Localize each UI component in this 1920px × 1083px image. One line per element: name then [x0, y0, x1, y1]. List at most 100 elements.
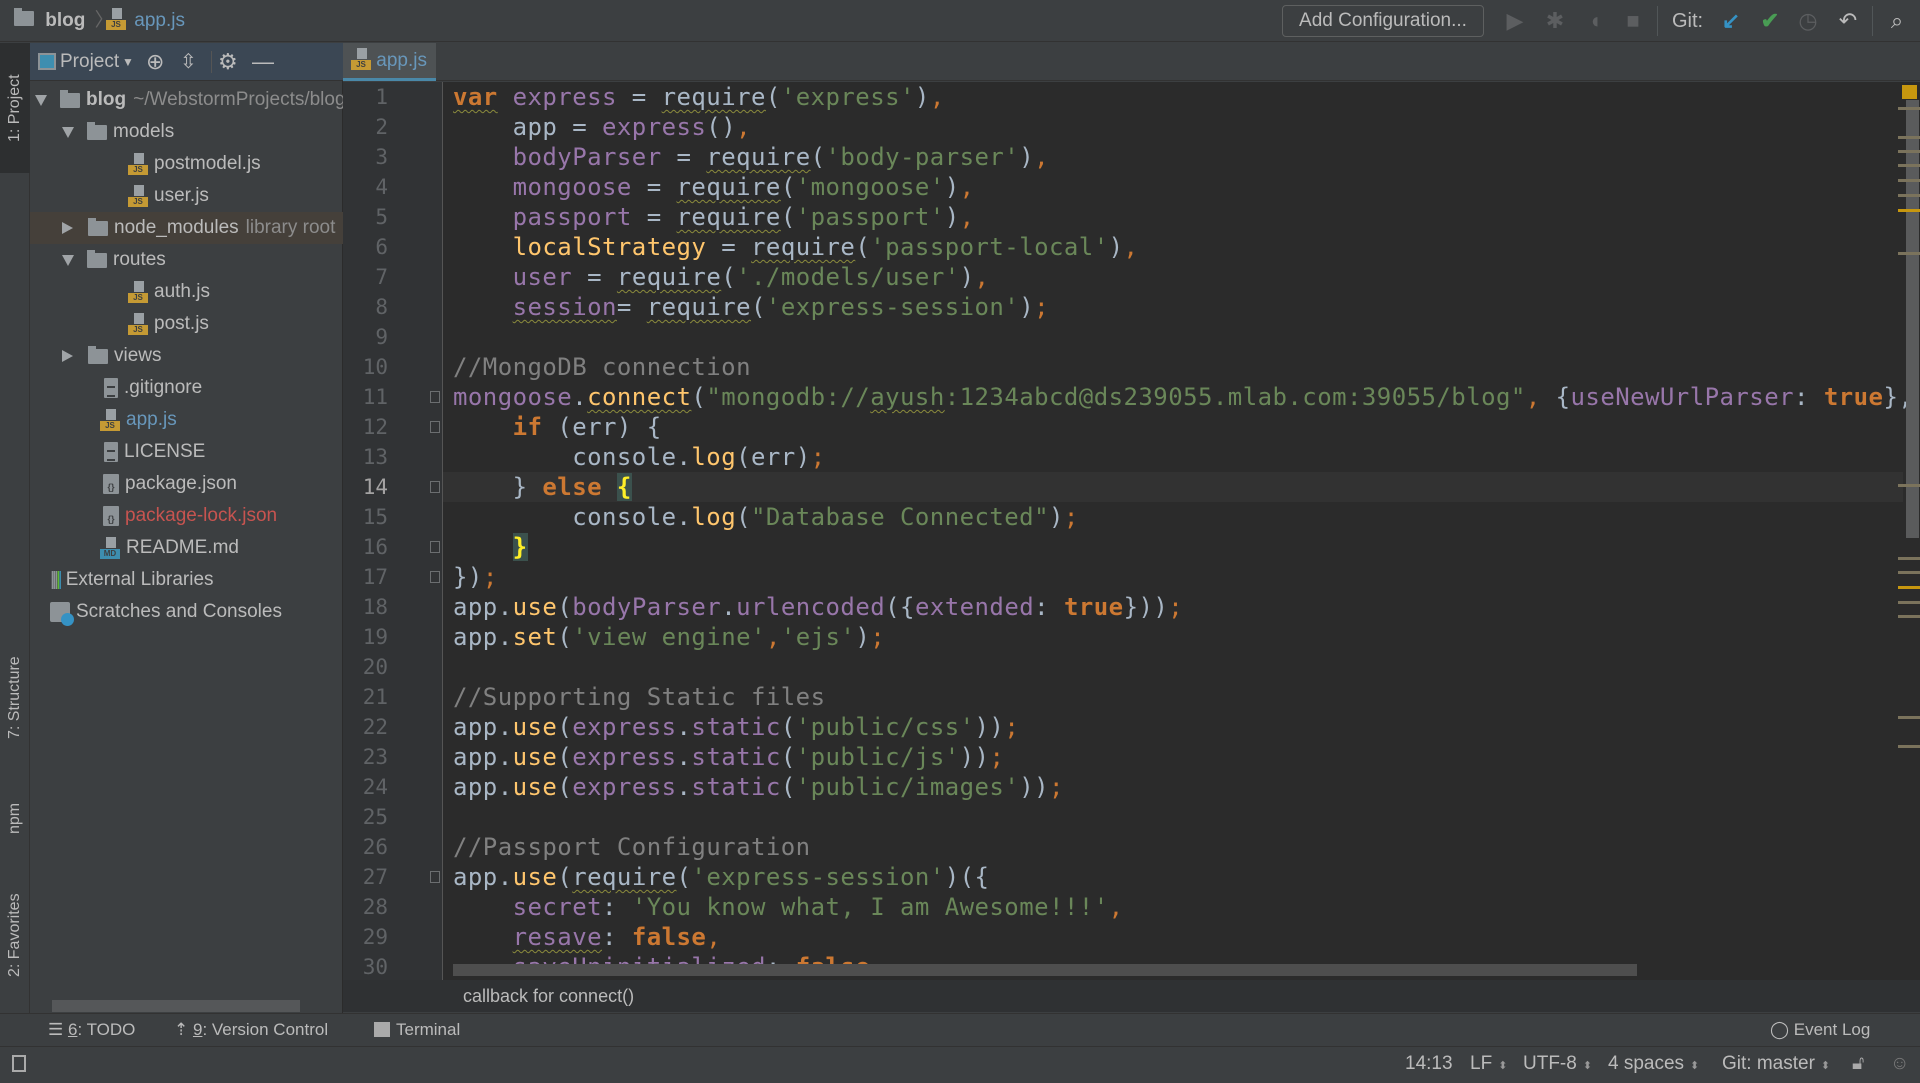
line-number[interactable]: 12 [343, 412, 388, 442]
inspection-status-icon[interactable] [1902, 85, 1917, 99]
coverage-icon[interactable]: ◖ [1580, 6, 1610, 36]
line-number[interactable]: 21 [343, 682, 388, 712]
scrollbar-marker[interactable] [1898, 194, 1920, 197]
code-line[interactable]: app.use(bodyParser.urlencoded({extended:… [453, 592, 1183, 622]
indent-selector[interactable]: 4 spaces ⬍ [1608, 1047, 1699, 1083]
tree-item[interactable]: {} package.json [30, 468, 343, 500]
code-line[interactable]: //MongoDB connection [453, 352, 751, 382]
line-number[interactable]: 19 [343, 622, 388, 652]
code-line[interactable]: user = require('./models/user'), [453, 262, 989, 292]
line-number[interactable]: 27 [343, 862, 388, 892]
line-number[interactable]: 14 [343, 472, 388, 502]
tree-item[interactable]: app.js [30, 404, 343, 436]
tree-item[interactable]: views [30, 340, 343, 372]
add-configuration-button[interactable]: Add Configuration... [1282, 5, 1484, 37]
line-number[interactable]: 8 [343, 292, 388, 322]
tree-item[interactable]: LICENSE [30, 436, 343, 468]
git-commit-icon[interactable]: ✔ [1755, 6, 1785, 36]
tab-app-js[interactable]: app.js ✕ [343, 43, 436, 106]
scrollbar-marker[interactable] [1898, 745, 1920, 748]
structure-tool-button[interactable]: 7: Structure [0, 638, 30, 758]
line-number[interactable]: 15 [343, 502, 388, 532]
code-line[interactable]: var express = require('express'), [453, 82, 945, 112]
line-number[interactable]: 9 [343, 322, 388, 352]
fold-marker-icon[interactable] [430, 391, 440, 403]
code-line[interactable]: app.use(express.static('public/css')); [453, 712, 1019, 742]
todo-tool-button[interactable]: ☰ 6: TODO [48, 1014, 135, 1046]
code-line[interactable]: if (err) { [453, 412, 662, 442]
lock-open-icon[interactable]: 🔓︎ [1852, 1047, 1864, 1080]
line-number[interactable]: 10 [343, 352, 388, 382]
favorites-tool-button[interactable]: 2: Favorites [0, 878, 30, 993]
scrollbar-marker[interactable] [1898, 571, 1920, 574]
code-line[interactable]: app.use(express.static('public/images'))… [453, 772, 1064, 802]
breadcrumb-file[interactable]: app.js [106, 0, 185, 42]
scrollbar-marker[interactable] [1898, 136, 1920, 139]
code-line[interactable]: secret: 'You know what, I am Awesome!!!'… [453, 892, 1124, 922]
code-line[interactable]: } else { [453, 472, 632, 502]
scrollbar-marker[interactable] [1898, 586, 1920, 589]
code-line[interactable]: console.log(err); [453, 442, 826, 472]
line-number[interactable]: 30 [343, 952, 388, 982]
line-number[interactable]: 18 [343, 592, 388, 622]
fold-marker-icon[interactable] [430, 481, 440, 493]
gear-icon[interactable]: ⚙ [218, 43, 238, 81]
terminal-tool-button[interactable]: Terminal [374, 1014, 460, 1046]
line-number[interactable]: 2 [343, 112, 388, 142]
project-view-selector[interactable]: Project [60, 43, 119, 81]
line-number[interactable]: 7 [343, 262, 388, 292]
fold-marker-icon[interactable] [430, 421, 440, 433]
git-history-icon[interactable]: ◷ [1793, 6, 1823, 36]
debug-icon[interactable]: ✱ [1540, 6, 1570, 36]
tree-item[interactable]: README.md [30, 532, 343, 564]
tree-item[interactable]: auth.js [30, 276, 343, 308]
line-number[interactable]: 20 [343, 652, 388, 682]
inspector-icon[interactable]: ☺ [1890, 1047, 1909, 1080]
tree-item[interactable]: postmodel.js [30, 148, 343, 180]
line-number[interactable]: 13 [343, 442, 388, 472]
line-number[interactable]: 11 [343, 382, 388, 412]
code-line[interactable]: app.use(require('express-session')({ [453, 862, 989, 892]
scrollbar-marker[interactable] [1898, 150, 1920, 153]
caret-position[interactable]: 14:13 [1405, 1047, 1453, 1080]
line-number[interactable]: 17 [343, 562, 388, 592]
version-control-tool-button[interactable]: ⇡ 9: Version Control [174, 1014, 328, 1046]
expand-arrow-right-icon[interactable] [62, 222, 73, 234]
line-number[interactable]: 6 [343, 232, 388, 262]
git-revert-icon[interactable]: ↶ [1833, 6, 1863, 36]
code-line[interactable]: passport = require('passport'), [453, 202, 975, 232]
code-line[interactable]: mongoose.connect("mongodb://ayush:1234ab… [453, 382, 1913, 412]
context-hint-text[interactable]: callback for connect() [463, 986, 634, 1006]
tree-item[interactable]: routes [30, 244, 343, 276]
search-icon[interactable]: ⌕ [1882, 6, 1912, 36]
collapse-all-icon[interactable]: ⇳ [180, 43, 197, 81]
line-number[interactable]: 26 [343, 832, 388, 862]
expand-arrow-down-icon[interactable] [35, 94, 47, 106]
code-line[interactable]: app = express(), [453, 112, 751, 142]
scrollbar-marker[interactable] [1898, 164, 1920, 167]
git-branch-selector[interactable]: Git: master ⬍ [1722, 1047, 1830, 1083]
line-number[interactable]: 25 [343, 802, 388, 832]
tree-item[interactable]: {} package-lock.json [30, 500, 343, 532]
code-line[interactable]: }); [453, 562, 498, 592]
code-line[interactable]: session= require('express-session'); [453, 292, 1049, 322]
expand-arrow-down-icon[interactable] [62, 254, 74, 266]
event-log-button[interactable]: ◯ Event Log [1770, 1014, 1870, 1046]
line-number[interactable]: 28 [343, 892, 388, 922]
chevron-down-icon[interactable]: ▼ [122, 43, 134, 81]
fold-marker-icon[interactable] [430, 571, 440, 583]
code-line[interactable]: //Supporting Static files [453, 682, 825, 712]
npm-tool-button[interactable]: npm [0, 788, 30, 848]
scrollbar-marker[interactable] [1898, 615, 1920, 618]
code-line[interactable]: bodyParser = require('body-parser'), [453, 142, 1049, 172]
scrollbar-marker[interactable] [1898, 252, 1920, 255]
tree-item[interactable]: ||||| External Libraries [30, 564, 343, 596]
line-number[interactable]: 29 [343, 922, 388, 952]
code-line[interactable]: localStrategy = require('passport-local'… [453, 232, 1138, 262]
fold-marker-icon[interactable] [430, 541, 440, 553]
code-line[interactable]: app.set('view engine','ejs'); [453, 622, 885, 652]
code-line[interactable]: resave: false, [453, 922, 721, 952]
line-number[interactable]: 24 [343, 772, 388, 802]
code-line[interactable]: } [453, 532, 528, 562]
tree-item[interactable]: blog ~/WebstormProjects/blog [30, 84, 343, 116]
